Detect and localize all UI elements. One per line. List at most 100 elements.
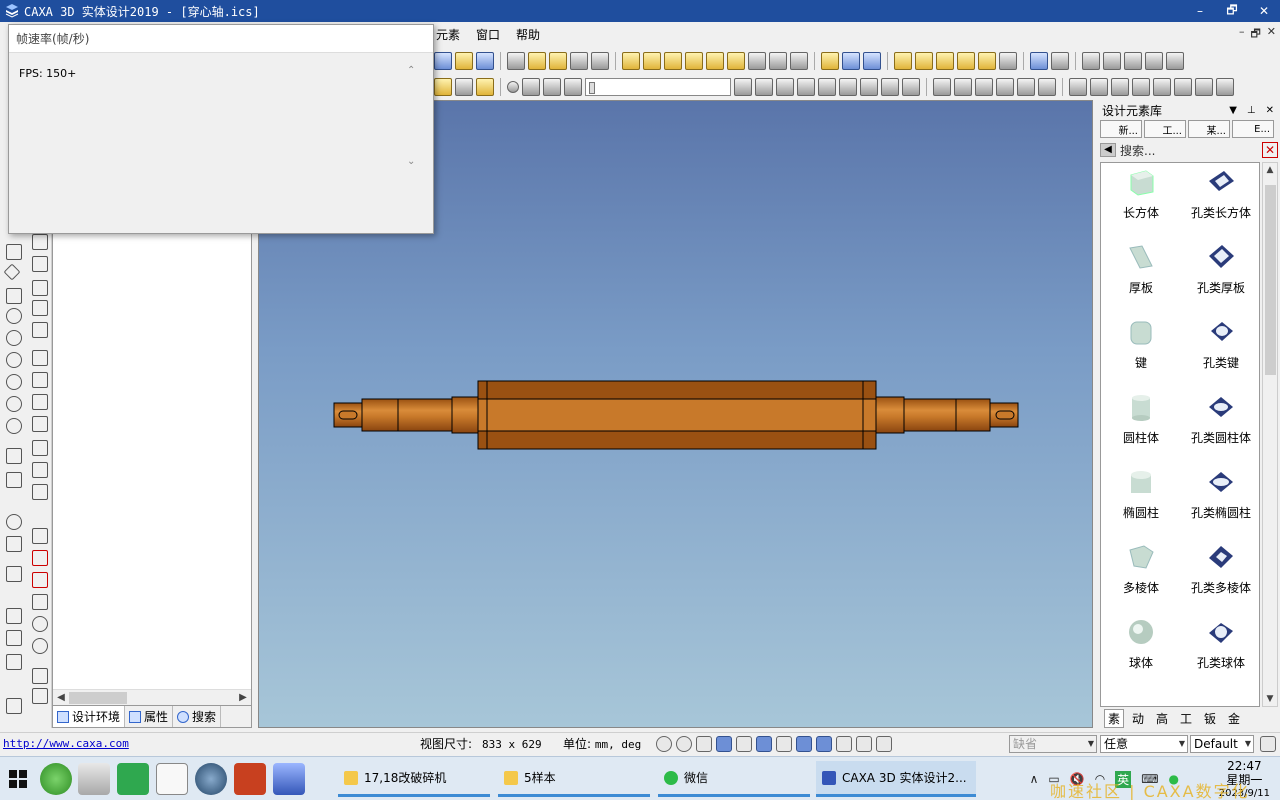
close-icon[interactable]: ✕ [1266, 105, 1274, 116]
pin-icon[interactable]: ⊥ [1247, 105, 1256, 116]
tool-icon[interactable] [1174, 78, 1192, 96]
chevron-down-icon[interactable]: ⌄ [407, 156, 415, 167]
scroll-right-icon[interactable]: ▶ [235, 690, 251, 706]
zoom-window-icon[interactable] [676, 736, 692, 752]
fps-dialog[interactable]: 帧速率(帧/秒) FPS: 150+ ⌃ ⌄ [8, 24, 434, 234]
tool-icon[interactable] [32, 462, 48, 478]
tool-icon[interactable] [32, 528, 48, 544]
menu-element[interactable]: 元素 [428, 26, 468, 43]
tool-icon[interactable] [860, 78, 878, 96]
tool-icon[interactable] [839, 78, 857, 96]
tool-icon[interactable] [1216, 78, 1234, 96]
doc-restore-button[interactable]: 🗗 [1250, 25, 1260, 44]
pointer-icon[interactable] [836, 736, 852, 752]
tool-icon[interactable] [996, 78, 1014, 96]
tool-icon[interactable] [32, 300, 48, 316]
section-icon[interactable] [756, 736, 772, 752]
minimize-button[interactable]: – [1184, 0, 1216, 22]
tool-icon[interactable] [954, 78, 972, 96]
circle-tool-icon[interactable] [6, 374, 22, 390]
tool-icon[interactable] [797, 78, 815, 96]
tool-icon[interactable] [685, 52, 703, 70]
tool-icon[interactable] [790, 52, 808, 70]
tool-icon[interactable] [32, 280, 48, 296]
tool-icon[interactable] [1082, 52, 1100, 70]
dimension-icon[interactable] [32, 550, 48, 566]
spline-tool-icon[interactable] [6, 566, 22, 582]
arc-tool-icon[interactable] [6, 448, 22, 464]
circle-tool-icon[interactable] [6, 396, 22, 412]
3d-app-icon[interactable] [234, 763, 266, 795]
tool-icon[interactable] [643, 52, 661, 70]
circle-tool-icon[interactable] [6, 418, 22, 434]
angle-icon[interactable] [32, 594, 48, 610]
library-bottom-tab[interactable]: 高 [1152, 710, 1172, 727]
circle-tool-icon[interactable] [6, 352, 22, 368]
library-tab-misc[interactable]: 某... [1188, 120, 1230, 138]
tool-icon[interactable] [434, 78, 452, 96]
scroll-left-icon[interactable]: ◀ [53, 690, 69, 706]
library-item-hole-sphere[interactable]: 孔类球体 [1181, 617, 1259, 671]
tool-icon[interactable] [769, 52, 787, 70]
tool-icon[interactable] [727, 52, 745, 70]
tool-icon[interactable] [1030, 52, 1048, 70]
caxa-taskbar-icon[interactable] [273, 763, 305, 795]
select-icon[interactable] [856, 736, 872, 752]
library-bottom-tab[interactable]: 钣 [1200, 710, 1220, 727]
tab-properties[interactable]: 属性 [125, 706, 174, 727]
tool-icon[interactable] [32, 616, 48, 632]
task-folder-1[interactable]: 17,18改破碎机 [338, 761, 490, 797]
tool-icon[interactable] [1195, 78, 1213, 96]
tool-icon[interactable] [570, 52, 588, 70]
refresh-app-icon[interactable] [40, 763, 72, 795]
eye-icon[interactable] [6, 514, 22, 530]
library-bottom-tab[interactable]: 素 [1104, 708, 1124, 728]
animation-slider[interactable] [585, 78, 731, 96]
scroll-thumb[interactable] [69, 692, 127, 704]
rectangle-tool-icon[interactable] [6, 244, 22, 260]
tool-icon[interactable] [902, 78, 920, 96]
tool-icon[interactable] [821, 52, 839, 70]
fps-dialog-scrollbar[interactable]: ⌃ ⌄ [407, 65, 419, 167]
library-item-sphere[interactable]: 球体 [1101, 617, 1181, 671]
tool-icon[interactable] [1103, 52, 1121, 70]
scroll-thumb[interactable] [1265, 185, 1276, 375]
tool-icon[interactable] [1153, 78, 1171, 96]
tool-icon[interactable] [6, 608, 22, 624]
caxa-website-link[interactable]: http://www.caxa.com [3, 737, 129, 750]
tool-icon[interactable] [1145, 52, 1163, 70]
play-icon[interactable] [522, 78, 540, 96]
tool-icon[interactable] [6, 698, 22, 714]
tool-icon[interactable] [476, 52, 494, 70]
filter-combo[interactable]: 任意 ▼ [1100, 735, 1188, 753]
tool-icon[interactable] [32, 256, 48, 272]
tool-icon[interactable] [776, 78, 794, 96]
menu-help[interactable]: 帮助 [508, 26, 548, 43]
tool-icon[interactable] [936, 52, 954, 70]
tool-icon[interactable] [1038, 78, 1056, 96]
tool-icon[interactable] [915, 52, 933, 70]
task-caxa[interactable]: CAXA 3D 实体设计2... [816, 761, 976, 797]
pentagon-tool-icon[interactable] [6, 288, 22, 304]
library-bottom-tab[interactable]: 金 [1224, 710, 1244, 727]
tool-icon[interactable] [622, 52, 640, 70]
library-item-prism[interactable]: 多棱体 [1101, 542, 1181, 596]
tab-search[interactable]: 搜索 [173, 706, 222, 727]
tool-icon[interactable] [818, 78, 836, 96]
library-item-box[interactable]: 长方体 [1101, 167, 1181, 221]
tool-icon[interactable] [975, 78, 993, 96]
chevron-up-icon[interactable]: ∧ [1030, 772, 1039, 786]
library-item-cylinder[interactable]: 圆柱体 [1101, 392, 1181, 446]
zoom-icon[interactable] [656, 736, 672, 752]
task-wechat[interactable]: 微信 [658, 761, 810, 797]
library-search-input[interactable]: 搜索... [1120, 142, 1155, 159]
tool-icon[interactable] [32, 416, 48, 432]
tool-icon[interactable] [528, 52, 546, 70]
close-button[interactable]: ✕ [1248, 0, 1280, 22]
tool-icon[interactable] [507, 52, 525, 70]
default-combo[interactable]: 缺省 ▼ [1009, 735, 1097, 753]
tool-icon[interactable] [706, 52, 724, 70]
glasses-icon[interactable] [776, 736, 792, 752]
tool-icon[interactable] [455, 78, 473, 96]
scroll-up-icon[interactable]: ▲ [1263, 165, 1277, 175]
